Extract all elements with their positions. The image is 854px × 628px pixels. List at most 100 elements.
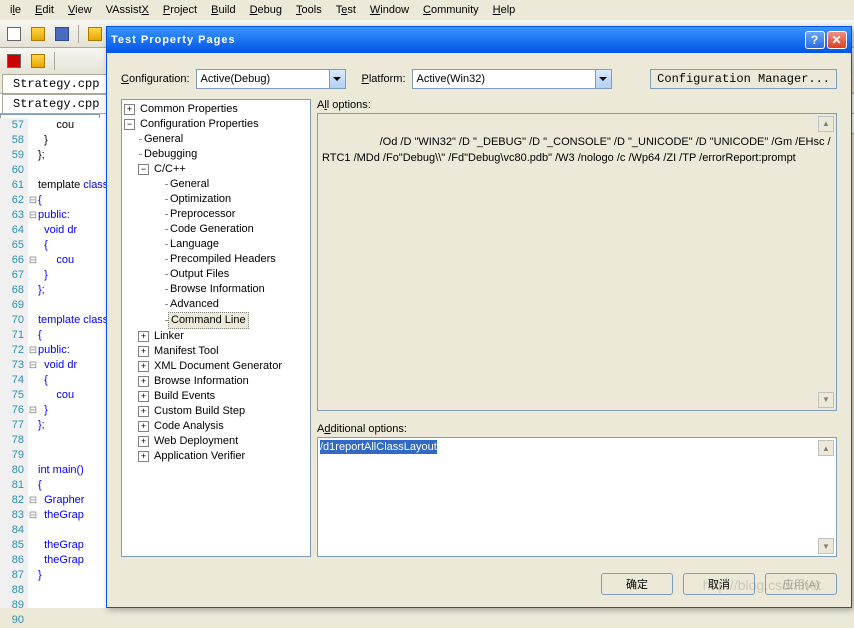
expand-icon[interactable]: + <box>138 361 149 372</box>
platform-combo[interactable]: Active(Win32) <box>412 69 612 89</box>
scroll-up-icon[interactable]: ▲ <box>818 440 834 456</box>
fold-column[interactable]: ⊟⊟⊟⊟⊟⊟⊟⊟ <box>28 118 38 608</box>
menu-build[interactable]: Build <box>205 2 241 18</box>
tree-item[interactable]: ···Browse Information <box>124 282 308 297</box>
tree-item[interactable]: ···Advanced <box>124 297 308 312</box>
tree-item[interactable]: +Build Events <box>124 389 308 404</box>
code-editor[interactable]: 5758596061626364656667686970717273747576… <box>0 118 106 608</box>
expand-icon[interactable]: + <box>138 421 149 432</box>
tree-label: Application Verifier <box>152 449 247 464</box>
tree-item[interactable]: ···Code Generation <box>124 222 308 237</box>
collapse-icon[interactable]: − <box>138 164 149 175</box>
tree-item[interactable]: ···General <box>124 177 308 192</box>
tree-item[interactable]: ···Debugging <box>124 147 308 162</box>
menu-edit[interactable]: Edit <box>29 2 60 18</box>
tree-label: Optimization <box>168 192 233 207</box>
menu-project[interactable]: Project <box>157 2 203 18</box>
tree-label: Manifest Tool <box>152 344 221 359</box>
menu-vassistx[interactable]: VAssistX <box>100 2 155 18</box>
tree-label: Advanced <box>168 297 221 312</box>
expand-icon[interactable]: + <box>138 376 149 387</box>
tree-item[interactable]: −C/C++ <box>124 162 308 177</box>
tree-item[interactable]: +XML Document Generator <box>124 359 308 374</box>
dialog-button-row: 确定 取消 应用(A) <box>107 565 851 607</box>
chevron-down-icon[interactable] <box>595 70 611 88</box>
tree-item[interactable]: +Code Analysis <box>124 419 308 434</box>
tree-item[interactable]: ···General <box>124 132 308 147</box>
vassist-icon[interactable] <box>4 51 24 71</box>
additional-options-label: Additional options: <box>317 423 837 435</box>
apply-button[interactable]: 应用(A) <box>765 573 837 595</box>
platform-label: Platform: <box>362 73 406 85</box>
all-options-label: All options: <box>317 99 837 111</box>
tree-label: Precompiled Headers <box>168 252 278 267</box>
tree-label: Preprocessor <box>168 207 237 222</box>
expand-icon[interactable]: + <box>138 436 149 447</box>
folder-button[interactable] <box>28 51 48 71</box>
menu-debug[interactable]: Debug <box>244 2 288 18</box>
menu-test[interactable]: Test <box>330 2 362 18</box>
tree-label: General <box>168 177 211 192</box>
tree-label: Linker <box>152 329 186 344</box>
main-menu-bar: ile Edit View VAssistX Project Build Deb… <box>0 0 854 20</box>
menu-window[interactable]: Window <box>364 2 415 18</box>
ok-button[interactable]: 确定 <box>601 573 673 595</box>
save-button[interactable] <box>52 24 72 44</box>
new-button[interactable] <box>4 24 24 44</box>
open-button[interactable] <box>28 24 48 44</box>
tree-label: XML Document Generator <box>152 359 284 374</box>
tree-label: General <box>142 132 185 147</box>
menu-community[interactable]: Community <box>417 2 485 18</box>
tree-item[interactable]: ···Preprocessor <box>124 207 308 222</box>
doc-tab-strategy[interactable]: Strategy.cpp <box>2 74 110 93</box>
config-row: Configuration: Active(Debug) Platform: A… <box>107 53 851 99</box>
scroll-down-icon[interactable]: ▼ <box>818 538 834 554</box>
scroll-up-icon[interactable]: ▲ <box>818 116 834 132</box>
expand-icon[interactable]: + <box>138 346 149 357</box>
open-folder-button[interactable] <box>85 24 105 44</box>
configuration-manager-button[interactable]: Configuration Manager... <box>650 69 837 89</box>
collapse-icon[interactable]: − <box>124 119 135 130</box>
cancel-button[interactable]: 取消 <box>683 573 755 595</box>
property-tree[interactable]: +Common Properties−Configuration Propert… <box>121 99 311 557</box>
help-button[interactable]: ? <box>805 31 825 49</box>
dialog-titlebar[interactable]: Test Property Pages ? ✕ <box>107 27 851 53</box>
tree-label: Language <box>168 237 221 252</box>
code-text[interactable]: cou } }; template class Circl { public: … <box>38 118 106 608</box>
tree-item[interactable]: +Application Verifier <box>124 449 308 464</box>
tree-item[interactable]: ···Command Line <box>124 312 308 329</box>
expand-icon[interactable]: + <box>138 331 149 342</box>
tree-label: Configuration Properties <box>138 117 261 132</box>
close-button[interactable]: ✕ <box>827 31 847 49</box>
scroll-down-icon[interactable]: ▼ <box>818 392 834 408</box>
expand-icon[interactable]: + <box>138 391 149 402</box>
doc-tab-active[interactable]: Strategy.cpp <box>2 94 110 113</box>
menu-file[interactable]: ile <box>4 2 27 18</box>
expand-icon[interactable]: + <box>138 451 149 462</box>
menu-help[interactable]: Help <box>487 2 522 18</box>
tree-item[interactable]: +Common Properties <box>124 102 308 117</box>
tree-item[interactable]: +Custom Build Step <box>124 404 308 419</box>
tree-label: Custom Build Step <box>152 404 247 419</box>
tree-item[interactable]: ···Precompiled Headers <box>124 252 308 267</box>
tree-item[interactable]: ···Output Files <box>124 267 308 282</box>
chevron-down-icon[interactable] <box>329 70 345 88</box>
tree-item[interactable]: +Web Deployment <box>124 434 308 449</box>
menu-view[interactable]: View <box>62 2 98 18</box>
configuration-combo[interactable]: Active(Debug) <box>196 69 346 89</box>
tree-label: Debugging <box>142 147 199 162</box>
tree-item[interactable]: ···Language <box>124 237 308 252</box>
tree-item[interactable]: +Manifest Tool <box>124 344 308 359</box>
line-numbers: 5758596061626364656667686970717273747576… <box>0 118 28 608</box>
tree-item[interactable]: ···Optimization <box>124 192 308 207</box>
additional-options-input[interactable]: /d1reportAllClassLayout ▲ ▼ <box>317 437 837 557</box>
menu-tools[interactable]: Tools <box>290 2 328 18</box>
tree-item[interactable]: +Browse Information <box>124 374 308 389</box>
expand-icon[interactable]: + <box>124 104 135 115</box>
tree-label: Web Deployment <box>152 434 240 449</box>
tree-label: Browse Information <box>152 374 251 389</box>
tree-label: C/C++ <box>152 162 188 177</box>
tree-item[interactable]: +Linker <box>124 329 308 344</box>
tree-item[interactable]: −Configuration Properties <box>124 117 308 132</box>
expand-icon[interactable]: + <box>138 406 149 417</box>
